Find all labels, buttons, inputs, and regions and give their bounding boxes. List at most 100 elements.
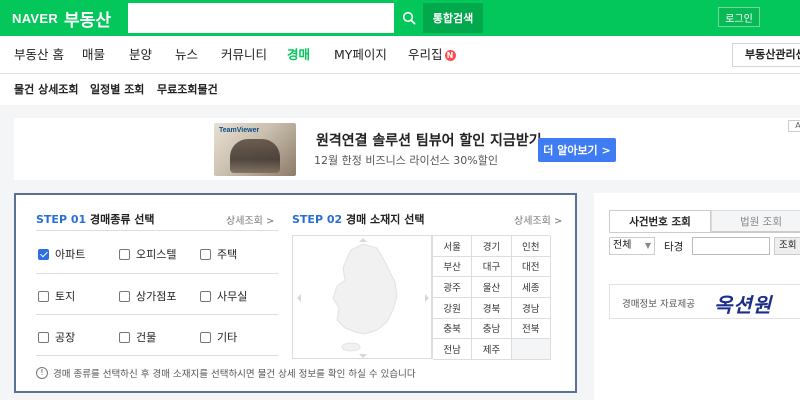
tab-case-number[interactable]: 사건번호 조회 xyxy=(609,210,711,232)
nav-item-myhome-label: 우리집 xyxy=(408,47,443,62)
region-cell[interactable]: 제주 xyxy=(472,339,512,360)
search-button[interactable] xyxy=(395,3,423,33)
new-badge: N xyxy=(444,50,456,61)
checkbox-label: 주택 xyxy=(217,248,238,261)
type-checkbox-store[interactable]: 상가점포 xyxy=(119,288,176,304)
checkbox[interactable] xyxy=(38,290,49,302)
region-cell[interactable]: 대구 xyxy=(472,256,512,278)
region-cell[interactable]: 부산 xyxy=(433,256,473,278)
tagyeong-label: 타경 xyxy=(664,241,684,253)
step1-detail-link[interactable]: 상세조회 > xyxy=(226,212,274,227)
region-cell[interactable]: 경북 xyxy=(472,298,512,319)
checkbox[interactable] xyxy=(200,290,211,302)
lookup-button[interactable]: 조회 xyxy=(774,237,800,255)
region-cell[interactable]: 인천 xyxy=(511,236,551,257)
ad-cta-button[interactable]: 더 알아보기 > xyxy=(538,138,616,162)
region-cell[interactable]: 광주 xyxy=(433,277,473,298)
divider xyxy=(36,314,278,315)
info-icon: ! xyxy=(36,367,48,379)
search-input[interactable] xyxy=(128,3,394,33)
checkbox[interactable] xyxy=(119,248,130,260)
notice-text: 경매 종류를 선택하신 후 경매 소재지를 선택하시면 물건 상세 정보를 확인… xyxy=(53,369,416,380)
type-checkbox-officetel[interactable]: 오피스텔 xyxy=(119,246,176,262)
nav-item-community[interactable]: 커뮤니티 xyxy=(221,36,267,74)
ad-title[interactable]: 원격연결 솔루션 팀뷰어 할인 지금받기 xyxy=(316,130,542,150)
region-cell-empty xyxy=(511,339,551,360)
top-bar: NAVER 부동산 통합검색 로그인 xyxy=(0,0,800,36)
ad-photo xyxy=(230,139,280,173)
ad-mark-icon[interactable]: A xyxy=(788,120,800,132)
region-cell[interactable]: 경기 xyxy=(472,236,512,257)
region-grid: 서울 경기 인천 부산 대구 대전 광주 울산 세종 강원 경북 경남 충북 충… xyxy=(432,235,551,360)
type-checkbox-apartment[interactable]: 아파트 xyxy=(38,246,85,262)
region-cell[interactable]: 대전 xyxy=(511,256,551,278)
service-name[interactable]: 부동산 xyxy=(64,6,111,31)
case-number-input[interactable] xyxy=(692,237,770,255)
subnav-item-detail[interactable]: 물건 상세조회 xyxy=(14,75,79,105)
naver-logo[interactable]: NAVER 부동산 xyxy=(12,0,111,36)
step2-num: 02 xyxy=(326,213,343,226)
checkbox-label: 공장 xyxy=(55,331,76,344)
region-cell[interactable]: 충남 xyxy=(472,318,512,340)
step2-prefix: STEP xyxy=(292,213,327,226)
region-cell[interactable]: 충북 xyxy=(433,318,473,340)
ad-image[interactable]: TeamViewer xyxy=(214,123,296,176)
region-cell[interactable]: 세종 xyxy=(511,277,551,298)
checkbox[interactable] xyxy=(38,331,49,343)
checkbox[interactable] xyxy=(200,248,211,260)
auction-step-panel: STEP 01 경매종류 선택 상세조회 > 아파트 오피스텔 주택 토지 상가… xyxy=(14,193,577,393)
checkbox-label: 아파트 xyxy=(55,248,86,261)
region-cell[interactable]: 전북 xyxy=(511,318,551,340)
type-checkbox-land[interactable]: 토지 xyxy=(38,288,75,304)
step1-num: 01 xyxy=(70,213,87,226)
tab-court[interactable]: 법원 조회 xyxy=(711,210,800,232)
nav-item-home[interactable]: 부동산 홈 xyxy=(14,36,64,74)
nav-item-myhome[interactable]: 우리집 N xyxy=(408,36,456,74)
step2-detail-link[interactable]: 상세조회 > xyxy=(514,212,562,227)
region-cell[interactable]: 전남 xyxy=(433,339,473,360)
step1-prefix: STEP xyxy=(36,213,71,226)
step2-title: STEP 02 경매 소재지 선택 xyxy=(292,211,425,227)
checkbox-label: 토지 xyxy=(55,290,76,303)
step1-title: STEP 01 경매종류 선택 xyxy=(36,211,155,227)
region-cell[interactable]: 강원 xyxy=(433,298,473,319)
total-search-button[interactable]: 통합검색 xyxy=(423,3,483,33)
nav-item-auction[interactable]: 경매 xyxy=(287,36,310,74)
subnav-item-free[interactable]: 무료조회물건 xyxy=(157,75,218,105)
agent-center-button[interactable]: 부동산관리센 xyxy=(732,43,800,67)
nav-item-presale[interactable]: 분양 xyxy=(129,36,152,74)
type-checkbox-house[interactable]: 주택 xyxy=(200,246,237,262)
year-select[interactable]: 전체 ▼ xyxy=(609,237,655,255)
checkbox[interactable] xyxy=(119,290,130,302)
case-lookup-panel: 사건번호 조회 법원 조회 전체 ▼ 타경 조회 경매정보 자료제공 옥션원 xyxy=(594,193,800,400)
login-button[interactable]: 로그인 xyxy=(718,7,760,27)
divider xyxy=(36,273,278,274)
checkbox-checked[interactable] xyxy=(38,248,49,260)
year-select-value: 전체 xyxy=(613,240,632,251)
checkbox[interactable] xyxy=(119,331,130,343)
provider-logo[interactable]: 옥션원 xyxy=(714,289,772,318)
naver-brand[interactable]: NAVER xyxy=(12,11,58,26)
korea-map-icon xyxy=(297,238,429,358)
region-cell[interactable]: 서울 xyxy=(433,236,473,257)
divider xyxy=(609,232,800,233)
checkbox[interactable] xyxy=(200,331,211,343)
ad-banner[interactable]: TeamViewer 원격연결 솔루션 팀뷰어 할인 지금받기 12월 한정 비… xyxy=(14,118,800,180)
divider xyxy=(36,355,278,356)
subnav-item-schedule[interactable]: 일정별 조회 xyxy=(90,75,144,105)
type-checkbox-factory[interactable]: 공장 xyxy=(38,329,75,345)
nav-item-news[interactable]: 뉴스 xyxy=(175,36,198,74)
type-checkbox-building[interactable]: 건물 xyxy=(119,329,156,345)
nav-item-mypage[interactable]: MY페이지 xyxy=(334,36,387,74)
nav-item-listings[interactable]: 매물 xyxy=(82,36,105,74)
region-cell[interactable]: 경남 xyxy=(511,298,551,319)
notice: ! 경매 종류를 선택하신 후 경매 소재지를 선택하시면 물건 상세 정보를 … xyxy=(36,366,416,380)
checkbox-label: 건물 xyxy=(136,331,157,344)
region-cell[interactable]: 울산 xyxy=(472,277,512,298)
checkbox-label: 사무실 xyxy=(217,290,248,303)
korea-map[interactable] xyxy=(292,235,432,359)
type-checkbox-office[interactable]: 사무실 xyxy=(200,288,247,304)
type-checkbox-etc[interactable]: 기타 xyxy=(200,329,237,345)
provider-text: 경매정보 자료제공 xyxy=(622,299,695,310)
provider-box[interactable]: 경매정보 자료제공 옥션원 xyxy=(609,284,800,319)
